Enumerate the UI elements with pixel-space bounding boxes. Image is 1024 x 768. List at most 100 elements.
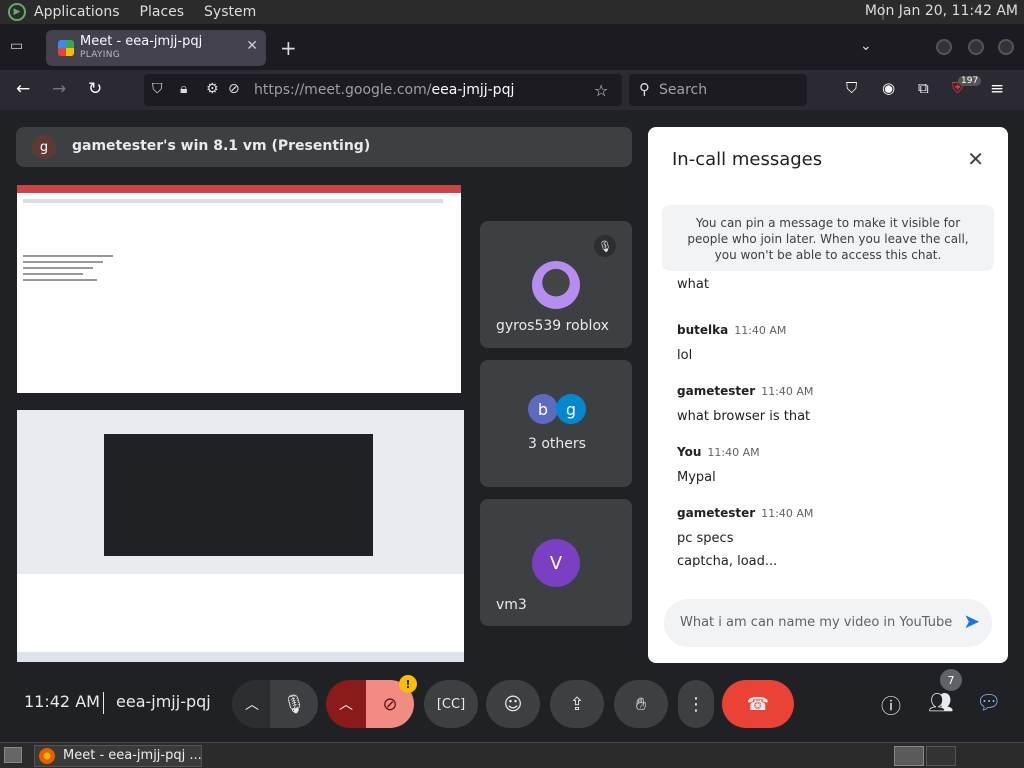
meeting-info-icon[interactable]: ⓘ <box>881 690 901 719</box>
screen-text-line <box>23 267 93 269</box>
avatar-g: g <box>556 394 586 424</box>
hang-up-icon: ☎︎ <box>746 693 770 715</box>
participant-tile-others[interactable]: b g 3 others <box>480 360 632 487</box>
chat-message: gametester 11:40 AM pc specs captcha, loa… <box>677 502 813 567</box>
chat-message: gametester 11:40 AM what browser is that <box>677 380 813 424</box>
close-window-button[interactable] <box>998 39 1014 55</box>
present-screen-button[interactable]: ⇪ <box>550 680 604 728</box>
message-text: lol <box>677 348 693 363</box>
tab-overview-icon[interactable]: ▭ <box>10 38 28 56</box>
workspace-1[interactable] <box>894 746 924 766</box>
menu-places[interactable]: Places <box>140 4 185 20</box>
video-options-chevron-icon[interactable]: ︿ <box>326 680 366 728</box>
chat-icon[interactable]: 💬︎ <box>976 690 1001 714</box>
people-icon[interactable]: 👥︎ <box>928 690 953 714</box>
bookmark-star-icon[interactable]: ☆ <box>594 81 608 100</box>
autoplay-blocked-icon[interactable]: ⊘ <box>228 81 240 97</box>
show-desktop-icon[interactable] <box>4 747 22 763</box>
audio-options-chevron-icon[interactable]: ︿ <box>232 680 272 728</box>
extensions-icon[interactable]: ⧉ <box>918 79 929 97</box>
call-time: 11:42 AM <box>24 692 100 711</box>
message-text: captcha, load... <box>677 554 778 567</box>
lock-icon[interactable]: 🔒︎ <box>180 81 187 97</box>
url-path: eea-jmjj-pqj <box>431 82 515 98</box>
system-top-panel: ▶ Applications Places System Mon Jan 20,… <box>0 0 1024 24</box>
presenter-avatar: g <box>32 135 56 159</box>
taskbar-window-button[interactable]: Meet - eea-jmjj-pqj ... <box>34 745 202 767</box>
microphone-button[interactable]: 🎙︎ <box>270 680 318 728</box>
menu-applications[interactable]: Applications <box>34 4 120 20</box>
chat-message: You 11:40 AM Mypal <box>677 441 760 485</box>
url-bar[interactable]: ⛉ 🔒︎ ⚙ ⊘ https://meet.google.com/eea-jmj… <box>144 74 622 106</box>
screen-text-line <box>23 255 113 257</box>
in-call-messages-panel: In-call messages ✕ You can pin a message… <box>648 127 1008 663</box>
participant-name: vm3 <box>496 597 527 613</box>
workspace-2[interactable] <box>926 746 956 766</box>
forward-arrow-icon[interactable]: → <box>52 79 66 99</box>
presentation-header: g gametester's win 8.1 vm (Presenting) <box>16 127 632 167</box>
back-arrow-icon[interactable]: ← <box>16 79 30 99</box>
meet-call-area: g gametester's win 8.1 vm (Presenting) 🎙… <box>0 110 1024 742</box>
captions-button[interactable]: [CC] <box>424 680 478 728</box>
tab-playing-label: PLAYING <box>80 50 121 60</box>
reload-icon[interactable]: ↻ <box>88 79 102 99</box>
participant-avatar <box>532 261 580 309</box>
microphone-icon: 🎙︎ <box>282 693 306 715</box>
chat-pin-notice: You can pin a message to make it visible… <box>662 205 994 271</box>
url-text: https://meet.google.com/eea-jmjj-pqj <box>254 82 514 98</box>
screen-text-line <box>23 273 83 275</box>
divider <box>103 692 104 714</box>
emoji-icon: ☺ <box>503 693 523 715</box>
meeting-code: eea-jmjj-pqj <box>116 692 211 711</box>
maximize-window-button[interactable] <box>968 39 984 55</box>
message-time: 11:40 AM <box>734 324 787 337</box>
more-options-button[interactable]: ⋮ <box>678 680 714 728</box>
presentation-screen-preview[interactable] <box>17 185 461 393</box>
system-clock[interactable]: Mon Jan 20, 11:42 AM <box>865 3 1018 19</box>
menu-system[interactable]: System <box>204 4 256 20</box>
minimize-window-button[interactable] <box>936 39 952 55</box>
message-text: Mypal <box>677 470 716 485</box>
nested-windows-taskbar <box>17 652 464 662</box>
pocket-icon[interactable]: ⛉ <box>846 79 857 97</box>
chat-message-list[interactable]: what butelka 11:40 AM lol gametester 11:40… <box>677 277 987 567</box>
account-icon[interactable]: ◉ <box>882 79 895 97</box>
message-text: what browser is that <box>677 409 811 424</box>
tab-title: Meet - eea-jmjj-pqj <box>80 34 203 49</box>
leave-call-button[interactable]: ☎︎ <box>722 680 794 728</box>
participant-tile-vm3[interactable]: V vm3 <box>480 499 632 626</box>
browser-tab-meet[interactable]: Meet - eea-jmjj-pqj PLAYING ✕ <box>46 30 266 66</box>
present-upload-icon: ⇪ <box>569 693 585 715</box>
tracking-shield-icon[interactable]: ⛉ <box>152 81 163 97</box>
more-vert-icon: ⋮ <box>687 693 705 715</box>
mic-off-icon: 🎙︎ <box>594 235 616 257</box>
permissions-icon[interactable]: ⚙ <box>206 81 219 97</box>
hamburger-menu-icon[interactable]: ≡ <box>990 79 1004 99</box>
meet-favicon-icon <box>58 40 74 56</box>
participant-tile-gyros539[interactable]: 🎙︎ gyros539 roblox <box>480 221 632 348</box>
others-count-label: 3 others <box>528 436 586 452</box>
new-tab-plus-icon[interactable]: + <box>280 36 297 60</box>
app-menu-logo-icon[interactable]: ▶ <box>8 3 26 21</box>
nested-meet-screenshot <box>104 434 373 556</box>
send-icon[interactable]: ➤ <box>963 609 980 633</box>
screen-text-line <box>23 261 103 263</box>
list-tabs-chevron-icon[interactable]: ⌄ <box>860 38 872 54</box>
presented-screen-main[interactable] <box>17 410 464 662</box>
close-chat-icon[interactable]: ✕ <box>967 147 984 171</box>
hand-icon: ✋︎ <box>635 693 647 715</box>
search-box[interactable]: ⚲ Search <box>629 74 807 106</box>
partial-message-text: what <box>677 277 709 292</box>
screen-toolbar <box>23 199 443 203</box>
reactions-button[interactable]: ☺ <box>486 680 540 728</box>
message-sender: butelka <box>677 323 729 337</box>
chat-compose-input[interactable]: What i am can name my video in YouTube ➤ <box>664 599 992 647</box>
participant-name: gyros539 roblox <box>496 318 609 334</box>
people-count-badge: 7 <box>940 669 962 691</box>
message-time: 11:40 AM <box>707 446 760 459</box>
message-sender: gametester <box>677 384 756 398</box>
avatar-b: b <box>528 394 558 424</box>
raise-hand-button[interactable]: ✋︎ <box>614 680 668 728</box>
url-host: https://meet.google.com/ <box>254 82 432 98</box>
tab-close-icon[interactable]: ✕ <box>246 38 258 54</box>
